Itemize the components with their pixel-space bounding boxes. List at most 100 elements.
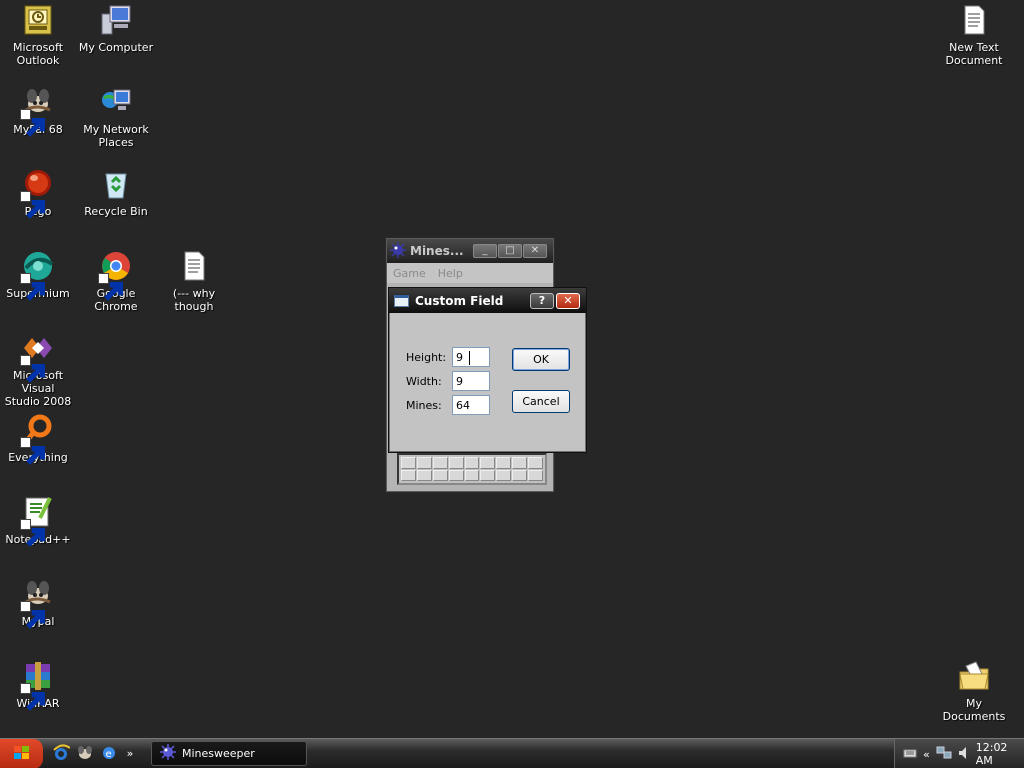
width-label: Width: (406, 374, 442, 388)
notepadpp-icon (20, 496, 54, 547)
desktop-icon-recycle-bin[interactable]: Recycle Bin (76, 168, 156, 218)
close-button[interactable]: ✕ (556, 292, 580, 309)
taskbar-clock[interactable]: 12:02 AM (976, 741, 1024, 767)
mypal-quicklaunch-icon[interactable] (76, 744, 94, 762)
text-document-icon (958, 4, 990, 36)
svg-text:e: e (106, 749, 112, 760)
dialog-titlebar[interactable]: Custom Field ? ✕ (389, 288, 586, 313)
mine-cell[interactable] (401, 469, 416, 481)
my-computer-icon (100, 4, 132, 36)
window-icon (394, 294, 409, 307)
mine-cell[interactable] (496, 469, 512, 481)
minefield-grid[interactable] (397, 453, 547, 485)
help-button[interactable]: ? (530, 292, 554, 309)
visual-studio-icon (20, 332, 54, 383)
mine-cell[interactable] (528, 469, 543, 481)
shortcut-arrow-icon (20, 437, 45, 465)
desktop-icon-mypal-68[interactable]: MyPal 68 (0, 86, 78, 137)
custom-field-dialog[interactable]: Custom Field ? ✕ Height: 9 Width: 9 Mine… (388, 287, 587, 453)
quick-launch-chevron[interactable]: » (124, 744, 136, 762)
recycle-bin-icon (100, 168, 132, 200)
desktop-icon-my-computer[interactable]: My Computer (76, 4, 156, 54)
mines-field[interactable]: 64 (452, 395, 490, 415)
internet-explorer-icon[interactable] (52, 744, 70, 762)
keyboard-icon[interactable] (903, 747, 917, 762)
taskbar-item-label: Minesweeper (182, 747, 255, 760)
width-field[interactable]: 9 (452, 371, 490, 391)
mine-cell[interactable] (464, 469, 480, 481)
minesweeper-titlebar[interactable]: Mines... _ □ ✕ (387, 239, 553, 263)
everything-icon (20, 414, 54, 465)
desktop-icon-pego[interactable]: Pego (0, 168, 78, 219)
chrome-icon (98, 250, 132, 301)
mines-label: Mines: (406, 398, 442, 412)
mine-cell[interactable] (496, 457, 512, 469)
desktop-icon-my-documents[interactable]: My Documents (934, 660, 1014, 723)
mine-cell[interactable] (416, 457, 432, 469)
pego-icon (20, 168, 54, 219)
shortcut-arrow-icon (98, 273, 123, 301)
mine-cell[interactable] (512, 457, 528, 469)
text-file-icon (178, 250, 210, 282)
desktop-icon-supermium[interactable]: Supermium (0, 250, 78, 301)
height-label: Height: (406, 350, 447, 364)
cancel-button[interactable]: Cancel (512, 390, 570, 413)
mine-cell[interactable] (480, 457, 496, 469)
network-places-icon (100, 86, 132, 118)
network-icon[interactable] (936, 746, 952, 763)
menu-help[interactable]: Help (438, 267, 463, 280)
mine-cell[interactable] (464, 457, 480, 469)
volume-icon[interactable] (958, 746, 970, 763)
shortcut-arrow-icon (20, 273, 45, 301)
taskbar-item-minesweeper[interactable]: Minesweeper (151, 741, 307, 766)
shortcut-arrow-icon (20, 109, 45, 137)
shortcut-arrow-icon (20, 519, 45, 547)
minesweeper-menubar: Game Help (387, 263, 553, 283)
desktop-icon-everything[interactable]: Everything (0, 414, 78, 465)
tray-expand-chevron[interactable]: « (923, 748, 930, 761)
mine-cell[interactable] (512, 469, 528, 481)
mine-cell[interactable] (416, 469, 432, 481)
windows-logo-icon (13, 745, 31, 764)
my-documents-icon (958, 660, 990, 692)
start-button[interactable] (0, 739, 43, 768)
shortcut-arrow-icon (20, 601, 45, 629)
minesweeper-icon (160, 744, 176, 763)
mine-cell[interactable] (528, 457, 543, 469)
mine-cell[interactable] (432, 469, 448, 481)
text-cursor-icon (469, 351, 475, 365)
ok-button[interactable]: OK (512, 348, 570, 371)
desktop-icon-why-though[interactable]: (--- why though (154, 250, 234, 313)
mypal-icon (20, 86, 54, 137)
close-button[interactable]: ✕ (523, 244, 547, 258)
desktop-icon-google-chrome[interactable]: Google Chrome (76, 250, 156, 313)
mine-cell[interactable] (432, 457, 448, 469)
shortcut-arrow-icon (20, 355, 45, 383)
maximize-button[interactable]: □ (498, 244, 522, 258)
minesweeper-title: Mines... (410, 244, 464, 258)
winrar-icon (20, 660, 54, 711)
shortcut-arrow-icon (20, 191, 45, 219)
ie-quicklaunch-icon[interactable]: e (100, 744, 118, 762)
shortcut-arrow-icon (20, 683, 45, 711)
outlook-icon (22, 4, 54, 36)
mine-cell[interactable] (480, 469, 496, 481)
mine-cell[interactable] (401, 457, 416, 469)
desktop-icon-outlook[interactable]: Microsoft Outlook (0, 4, 78, 67)
desktop-icon-notepadpp[interactable]: Notepad++ (0, 496, 78, 547)
menu-game[interactable]: Game (393, 267, 426, 280)
desktop-icon-mypal[interactable]: Mypal (0, 578, 78, 629)
desktop-icon-new-text-document[interactable]: New Text Document (934, 4, 1014, 67)
desktop-icon-winrar[interactable]: WinRAR (0, 660, 78, 711)
quick-launch: e » (52, 744, 136, 762)
system-tray: « 12:02 AM (894, 739, 1024, 768)
mine-cell[interactable] (448, 457, 464, 469)
desktop-icon-visual-studio[interactable]: Microsoft Visual Studio 2008 (0, 332, 78, 408)
taskbar: e » Minesweeper « 12:02 AM (0, 738, 1024, 768)
minimize-button[interactable]: _ (473, 244, 497, 258)
mine-cell[interactable] (448, 469, 464, 481)
mypal-icon (20, 578, 54, 629)
desktop-icon-network-places[interactable]: My Network Places (76, 86, 156, 149)
dialog-title: Custom Field (415, 293, 504, 308)
supermium-icon (20, 250, 54, 301)
